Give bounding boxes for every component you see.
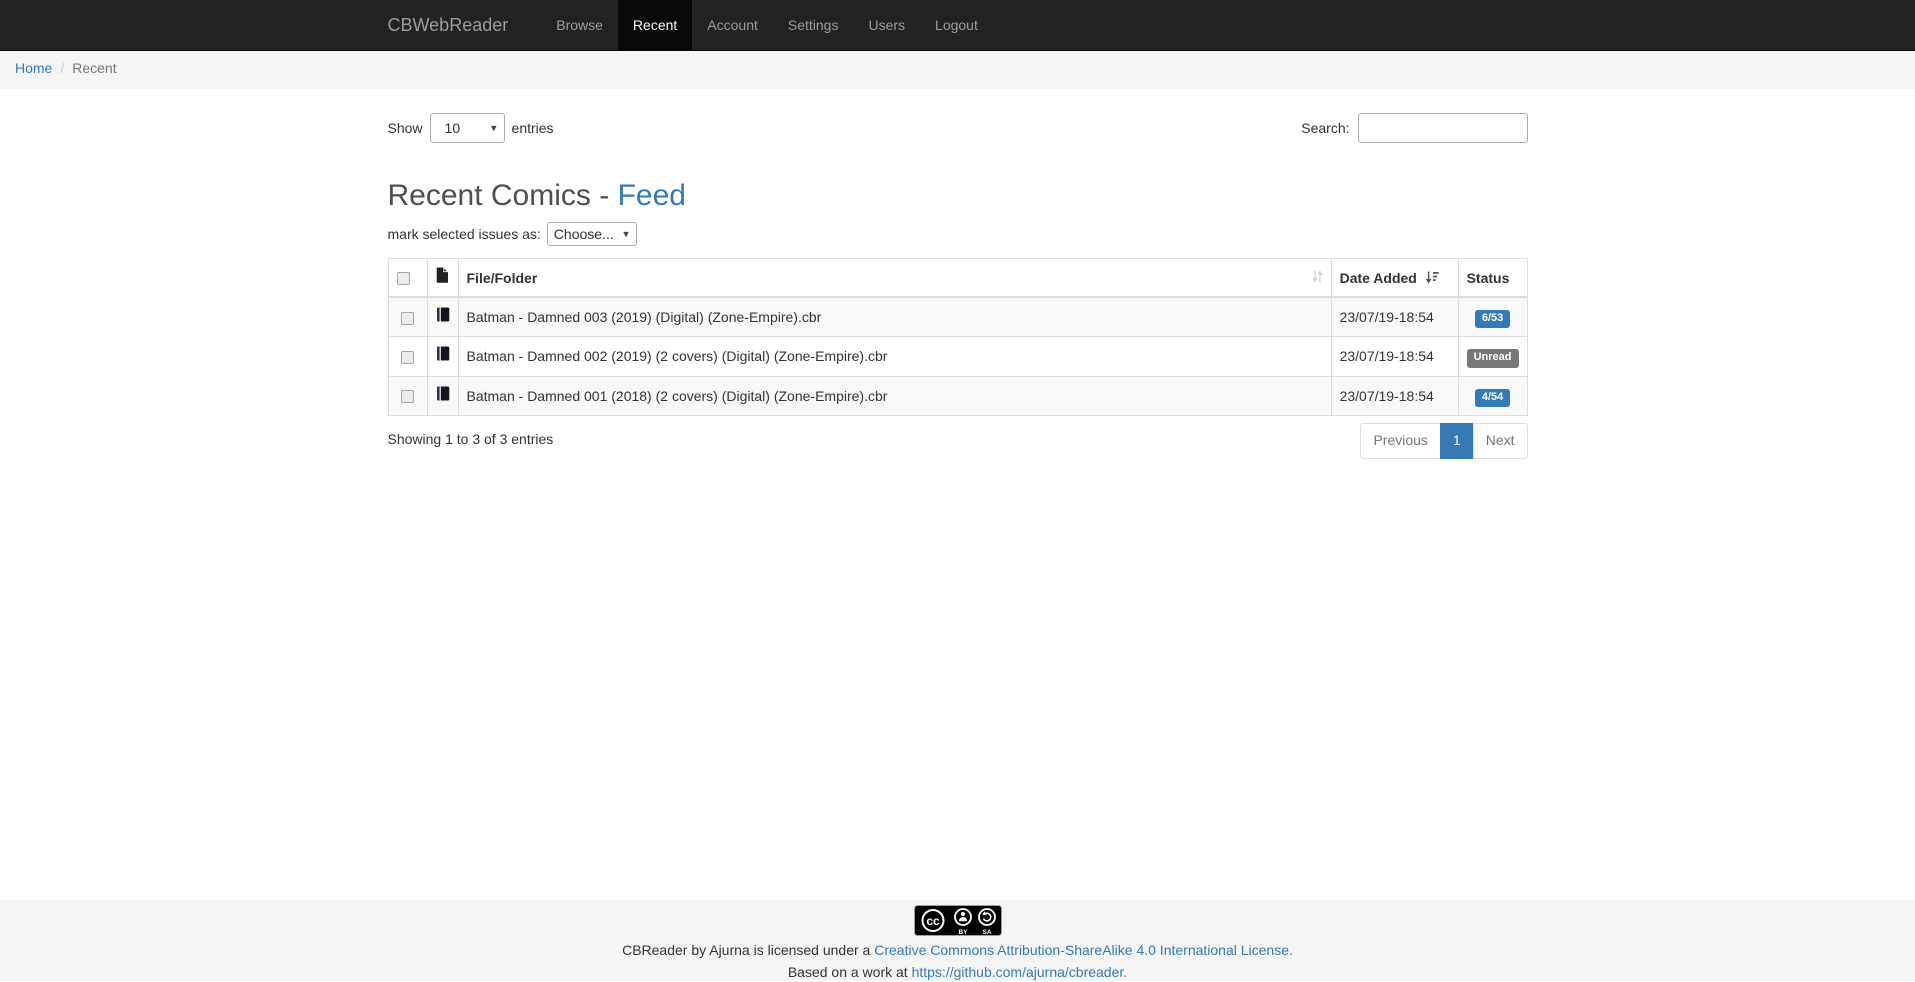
search-input[interactable] bbox=[1358, 113, 1528, 143]
mark-select[interactable]: Choose... bbox=[547, 222, 637, 246]
row-select-cell bbox=[388, 337, 427, 376]
table-footer-row: Showing 1 to 3 of 3 entries Previous 1 N… bbox=[388, 423, 1528, 459]
nav-item-browse[interactable]: Browse bbox=[541, 0, 618, 51]
show-label: Show bbox=[388, 120, 430, 136]
feed-link[interactable]: Feed bbox=[618, 179, 686, 212]
github-link[interactable]: https://github.com/ajurna/cbreader. bbox=[912, 964, 1128, 980]
page-title-text: Recent Comics - bbox=[388, 179, 618, 212]
status-cell: 6/53 bbox=[1458, 297, 1527, 337]
status-cell: Unread bbox=[1458, 337, 1527, 376]
license-text: CBReader by Ajurna is licensed under a bbox=[622, 942, 870, 958]
status-badge: 6/53 bbox=[1475, 310, 1510, 328]
date-added-cell: 23/07/19-18:54 bbox=[1331, 376, 1458, 415]
mark-selected-control: mark selected issues as: Choose... bbox=[388, 222, 1528, 246]
based-on-text: Based on a work at bbox=[788, 964, 908, 980]
cc-by-sa-badge-link[interactable]: cc BY SA bbox=[914, 905, 1002, 939]
row-select-cell bbox=[388, 297, 427, 337]
nav-item-recent[interactable]: Recent bbox=[618, 0, 692, 51]
entries-length-select-wrap: 10 bbox=[430, 113, 505, 143]
table-row: Batman - Damned 002 (2019) (2 covers) (D… bbox=[388, 337, 1527, 376]
pagination: Previous 1 Next bbox=[1360, 423, 1527, 459]
sort-unsorted-icon bbox=[1312, 267, 1323, 287]
navbar-menu: Browse Recent Account Settings Users Log… bbox=[541, 0, 993, 51]
table-row: Batman - Damned 001 (2018) (2 covers) (D… bbox=[388, 376, 1527, 415]
row-type-cell bbox=[427, 376, 458, 415]
nav-item-settings[interactable]: Settings bbox=[773, 0, 854, 51]
table-row: Batman - Damned 003 (2019) (Digital) (Zo… bbox=[388, 297, 1527, 337]
breadcrumb-current: Recent bbox=[72, 60, 116, 76]
showing-entries-info: Showing 1 to 3 of 3 entries bbox=[388, 423, 554, 447]
page-title: Recent Comics - Feed bbox=[388, 179, 1528, 212]
file-name-cell[interactable]: Batman - Damned 002 (2019) (2 covers) (D… bbox=[458, 337, 1331, 376]
table-header-row: File/Folder Date Added bbox=[388, 259, 1527, 298]
breadcrumb-separator: / bbox=[52, 60, 72, 76]
pagination-next-button[interactable]: Next bbox=[1473, 423, 1528, 459]
row-type-cell bbox=[427, 337, 458, 376]
file-name-cell[interactable]: Batman - Damned 001 (2018) (2 covers) (D… bbox=[458, 376, 1331, 415]
svg-text:BY: BY bbox=[958, 929, 968, 936]
brand-link[interactable]: CBWebReader bbox=[388, 0, 524, 51]
status-cell: 4/54 bbox=[1458, 376, 1527, 415]
table-controls: Show 10 entries Search: bbox=[388, 113, 1528, 143]
select-all-checkbox[interactable] bbox=[397, 272, 410, 285]
row-checkbox[interactable] bbox=[401, 351, 414, 364]
row-checkbox[interactable] bbox=[401, 312, 414, 325]
row-type-cell bbox=[427, 297, 458, 337]
sort-descending-icon bbox=[1425, 271, 1439, 284]
breadcrumb: Home / Recent bbox=[15, 60, 1900, 76]
svg-text:SA: SA bbox=[982, 929, 991, 936]
row-select-cell bbox=[388, 376, 427, 415]
mark-select-wrap: Choose... bbox=[547, 222, 637, 246]
status-badge: Unread bbox=[1467, 349, 1519, 367]
mark-selected-label: mark selected issues as: bbox=[388, 226, 547, 242]
book-icon bbox=[436, 386, 450, 401]
search-control: Search: bbox=[1301, 113, 1527, 143]
select-all-cell bbox=[388, 259, 427, 298]
recent-comics-table: File/Folder Date Added bbox=[388, 258, 1528, 416]
book-icon bbox=[436, 346, 450, 361]
breadcrumb-home-link[interactable]: Home bbox=[15, 60, 52, 76]
search-label: Search: bbox=[1301, 120, 1357, 136]
breadcrumb-band: Home / Recent bbox=[0, 51, 1915, 89]
file-icon bbox=[436, 267, 449, 283]
nav-item-users[interactable]: Users bbox=[853, 0, 920, 51]
navbar: CBWebReader Browse Recent Account Settin… bbox=[0, 0, 1915, 51]
svg-text:cc: cc bbox=[926, 914, 940, 928]
row-checkbox[interactable] bbox=[401, 390, 414, 403]
status-header: Status bbox=[1458, 259, 1527, 298]
footer: cc BY SA CBReader by Ajurna is licensed … bbox=[0, 900, 1915, 981]
date-added-cell: 23/07/19-18:54 bbox=[1331, 297, 1458, 337]
file-name-cell[interactable]: Batman - Damned 003 (2019) (Digital) (Zo… bbox=[458, 297, 1331, 337]
entries-length-select[interactable]: 10 bbox=[430, 113, 505, 143]
pagination-previous-button[interactable]: Previous bbox=[1360, 423, 1440, 459]
status-badge: 4/54 bbox=[1475, 389, 1510, 407]
license-line: CBReader by Ajurna is licensed under a C… bbox=[0, 941, 1915, 961]
entries-length-control: Show 10 entries bbox=[388, 113, 561, 143]
book-icon bbox=[436, 307, 450, 322]
nav-item-logout[interactable]: Logout bbox=[920, 0, 993, 51]
based-on-line: Based on a work at https://github.com/aj… bbox=[0, 963, 1915, 982]
date-added-header[interactable]: Date Added bbox=[1331, 259, 1458, 298]
date-added-cell: 23/07/19-18:54 bbox=[1331, 337, 1458, 376]
nav-item-account[interactable]: Account bbox=[692, 0, 773, 51]
entries-label: entries bbox=[505, 120, 561, 136]
pagination-page-1-button[interactable]: 1 bbox=[1440, 423, 1474, 459]
file-folder-header[interactable]: File/Folder bbox=[458, 259, 1331, 298]
file-type-header-cell bbox=[427, 259, 458, 298]
license-link[interactable]: Creative Commons Attribution-ShareAlike … bbox=[874, 942, 1293, 958]
cc-by-sa-icon: cc BY SA bbox=[914, 905, 1002, 936]
